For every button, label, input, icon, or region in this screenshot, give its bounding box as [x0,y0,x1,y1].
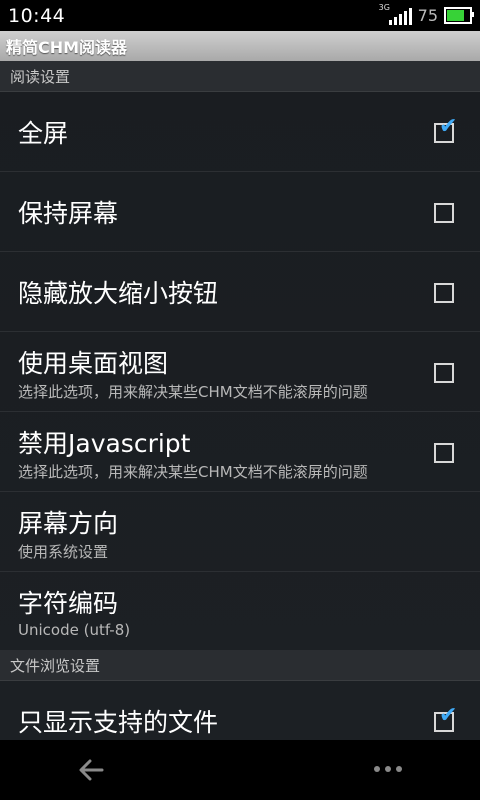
pref-disable-javascript[interactable]: 禁用Javascript 选择此选项，用来解决某些CHM文档不能滚屏的问题 [0,412,480,492]
pref-title: 保持屏幕 [18,199,119,228]
pref-title: 禁用Javascript [18,429,191,458]
hide-zoom-checkbox[interactable] [434,283,454,303]
desktop-view-checkbox[interactable] [434,363,454,383]
status-icons: 3G 75 [379,3,474,25]
back-arrow-icon[interactable] [76,754,108,786]
navigation-bar [0,740,480,800]
keep-screen-checkbox[interactable] [434,203,454,223]
pref-title: 使用桌面视图 [18,349,169,378]
pref-title: 全屏 [18,119,69,148]
pref-desktop-view[interactable]: 使用桌面视图 选择此选项，用来解决某些CHM文档不能滚屏的问题 [0,332,480,412]
pref-hide-zoom-buttons[interactable]: 隐藏放大缩小按钮 [0,252,480,332]
pref-title: 隐藏放大缩小按钮 [18,279,219,308]
battery-percent: 75 [417,6,438,25]
status-bar: 10:44 3G 75 [0,0,480,31]
disable-js-checkbox[interactable] [434,443,454,463]
pref-title: 只显示支持的文件 [18,708,219,737]
battery-icon [444,7,474,24]
section-header-file-browsing: 文件浏览设置 [0,650,480,681]
clock: 10:44 [8,4,66,27]
pref-title: 字符编码 [18,589,119,618]
pref-title: 屏幕方向 [18,509,119,538]
show-supported-checkbox[interactable]: ✔ [434,705,457,732]
check-icon: ✔ [439,703,458,728]
fullscreen-checkbox[interactable]: ✔ [434,116,457,143]
app-title: 精简CHM阅读器 [6,38,128,57]
network-type: 3G [378,2,390,12]
pref-summary: 选择此选项，用来解决某些CHM文档不能滚屏的问题 [18,383,368,401]
pref-screen-orientation[interactable]: 屏幕方向 使用系统设置 [0,492,480,572]
pref-character-encoding[interactable]: 字符编码 Unicode (utf-8) [0,572,480,650]
pref-fullscreen[interactable]: 全屏 ✔ [0,92,480,172]
pref-summary: 选择此选项，用来解决某些CHM文档不能滚屏的问题 [18,463,368,481]
pref-keep-screen-on[interactable]: 保持屏幕 [0,172,480,252]
overflow-menu-icon[interactable] [372,764,404,774]
pref-summary: 使用系统设置 [18,543,109,561]
section-header-reading: 阅读设置 [0,61,480,92]
pref-summary: Unicode (utf-8) [18,621,131,639]
pref-show-supported-files[interactable]: 只显示支持的文件 ✔ [0,681,480,740]
preferences-list[interactable]: 阅读设置 全屏 ✔ 保持屏幕 隐藏放大缩小按钮 使用桌面视图 选择此选项，用来解… [0,61,480,740]
signal-icon: 3G [379,3,412,25]
app-title-bar: 精简CHM阅读器 [0,31,480,61]
check-icon: ✔ [439,114,458,139]
